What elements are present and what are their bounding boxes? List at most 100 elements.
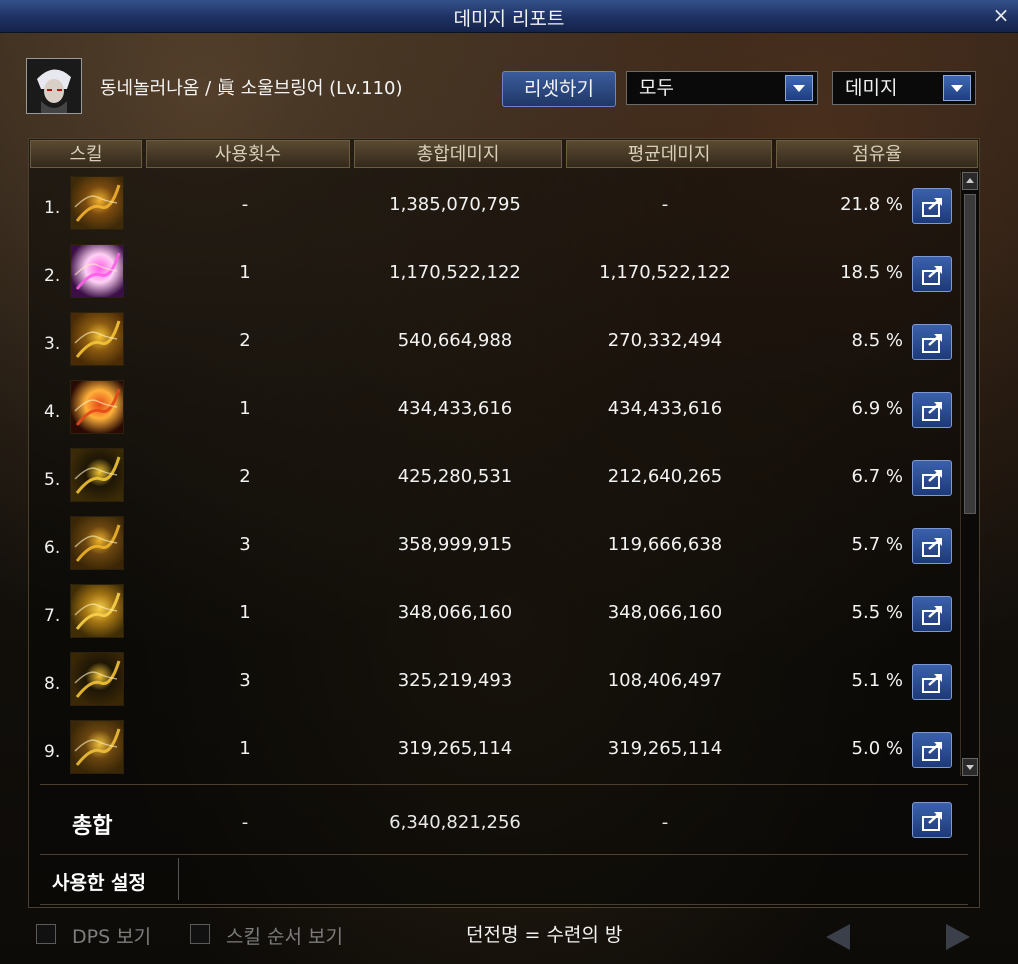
skill-icon[interactable] — [70, 516, 124, 570]
reset-button[interactable]: 리셋하기 — [502, 71, 616, 107]
scroll-thumb[interactable] — [964, 194, 976, 514]
row-share-button[interactable] — [912, 528, 952, 564]
divider — [40, 904, 968, 905]
skill-icon[interactable] — [70, 652, 124, 706]
settings-separator — [178, 858, 179, 900]
row-uses: 1 — [239, 398, 251, 419]
chevron-down-icon[interactable] — [943, 75, 971, 101]
row-total-damage: 1,170,522,122 — [389, 262, 521, 283]
table-row: 9. 1 319,265,114 319,265,114 5.0 % — [30, 716, 960, 780]
header-uses: 사용횟수 — [146, 140, 350, 168]
export-icon — [922, 402, 942, 421]
skill-icon[interactable] — [70, 720, 124, 774]
player-name: 동네놀러나옴 / 眞 소울브링어 (Lv.110) — [100, 78, 403, 99]
row-uses: 3 — [239, 534, 251, 555]
skill-order-checkbox[interactable] — [190, 924, 210, 944]
table-row: 7. 1 348,066,160 348,066,160 5.5 % — [30, 580, 960, 644]
row-total-damage: 434,433,616 — [397, 398, 513, 419]
row-uses: 1 — [239, 738, 251, 759]
table-row: 1. - 1,385,070,795 - 21.8 % — [30, 172, 960, 236]
row-share-button[interactable] — [912, 732, 952, 768]
row-avg-damage: 319,265,114 — [607, 738, 723, 759]
summary-label: 총합 — [72, 814, 113, 839]
summary-share-button[interactable] — [912, 802, 952, 838]
divider — [40, 854, 968, 855]
skill-icon[interactable] — [70, 244, 124, 298]
skill-icon[interactable] — [70, 380, 124, 434]
row-avg-damage: 434,433,616 — [607, 398, 723, 419]
dungeon-name: 던전명 = 수련의 방 — [466, 924, 623, 946]
row-share-button[interactable] — [912, 596, 952, 632]
row-index: 6. — [44, 538, 61, 558]
row-avg-damage: 212,640,265 — [607, 466, 723, 487]
export-icon — [922, 198, 942, 217]
row-uses: 3 — [239, 670, 251, 691]
header-avg: 평균데미지 — [566, 140, 772, 168]
row-index: 8. — [44, 674, 61, 694]
skill-icon[interactable] — [70, 312, 124, 366]
row-index: 5. — [44, 470, 61, 490]
prev-page-icon[interactable] — [826, 924, 850, 950]
export-icon — [922, 470, 942, 489]
row-share: 5.5 % — [851, 602, 903, 623]
chevron-down-icon[interactable] — [785, 75, 813, 101]
export-icon — [922, 266, 942, 285]
divider — [40, 784, 968, 785]
row-avg-damage: 270,332,494 — [607, 330, 723, 351]
row-share: 21.8 % — [840, 194, 903, 215]
table-row: 8. 3 325,219,493 108,406,497 5.1 % — [30, 648, 960, 712]
table-header: 스킬 사용횟수 총합데미지 평균데미지 점유율 — [30, 140, 978, 170]
header-skill: 스킬 — [30, 140, 142, 168]
row-index: 9. — [44, 742, 61, 762]
type-select[interactable]: 데미지 — [832, 71, 976, 105]
skill-order-checkbox-label: 스킬 순서 보기 — [226, 926, 343, 948]
scroll-down-icon[interactable] — [962, 758, 978, 776]
row-total-damage: 1,385,070,795 — [389, 194, 521, 215]
window-title: 데미지 리포트 — [453, 8, 565, 30]
row-share-button[interactable] — [912, 392, 952, 428]
close-icon[interactable]: × — [990, 4, 1012, 26]
damage-report-window: 데미지 리포트 × 동네놀러나옴 / 眞 소울브링어 (Lv.110) 리셋하기… — [0, 0, 1018, 964]
table-row: 6. 3 358,999,915 119,666,638 5.7 % — [30, 512, 960, 576]
row-share-button[interactable] — [912, 664, 952, 700]
filter-select[interactable]: 모두 — [626, 71, 818, 105]
skill-icon[interactable] — [70, 448, 124, 502]
row-total-damage: 358,999,915 — [397, 534, 513, 555]
row-share-button[interactable] — [912, 460, 952, 496]
export-icon — [922, 538, 942, 557]
title-bar[interactable]: 데미지 리포트 × — [0, 0, 1018, 33]
header-total: 총합데미지 — [354, 140, 562, 168]
row-share: 5.7 % — [851, 534, 903, 555]
type-select-value: 데미지 — [845, 77, 898, 99]
export-icon — [922, 606, 942, 625]
row-index: 2. — [44, 266, 61, 286]
row-avg-damage: - — [661, 194, 669, 215]
row-share: 5.1 % — [851, 670, 903, 691]
row-index: 7. — [44, 606, 61, 626]
scrollbar[interactable] — [960, 172, 979, 776]
row-share-button[interactable] — [912, 188, 952, 224]
row-share-button[interactable] — [912, 256, 952, 292]
skill-icon[interactable] — [70, 176, 124, 230]
row-uses: 1 — [239, 602, 251, 623]
table-row: 4. 1 434,433,616 434,433,616 6.9 % — [30, 376, 960, 440]
row-total-damage: 325,219,493 — [397, 670, 513, 691]
summary-uses: - — [241, 812, 249, 833]
skill-icon[interactable] — [70, 584, 124, 638]
filter-select-value: 모두 — [639, 77, 674, 99]
row-share-button[interactable] — [912, 324, 952, 360]
dps-checkbox-label: DPS 보기 — [72, 926, 152, 948]
dps-checkbox[interactable] — [36, 924, 56, 944]
table-row: 5. 2 425,280,531 212,640,265 6.7 % — [30, 444, 960, 508]
next-page-icon[interactable] — [946, 924, 970, 950]
summary-avg: - — [661, 812, 669, 833]
row-avg-damage: 108,406,497 — [607, 670, 723, 691]
table-row: 2. 1 1,170,522,122 1,170,522,122 18.5 % — [30, 240, 960, 304]
row-share: 6.7 % — [851, 466, 903, 487]
row-share: 18.5 % — [840, 262, 903, 283]
scroll-up-icon[interactable] — [962, 172, 978, 190]
row-uses: 2 — [239, 466, 251, 487]
row-uses: - — [241, 194, 249, 215]
export-icon — [922, 742, 942, 761]
export-icon — [922, 334, 942, 353]
